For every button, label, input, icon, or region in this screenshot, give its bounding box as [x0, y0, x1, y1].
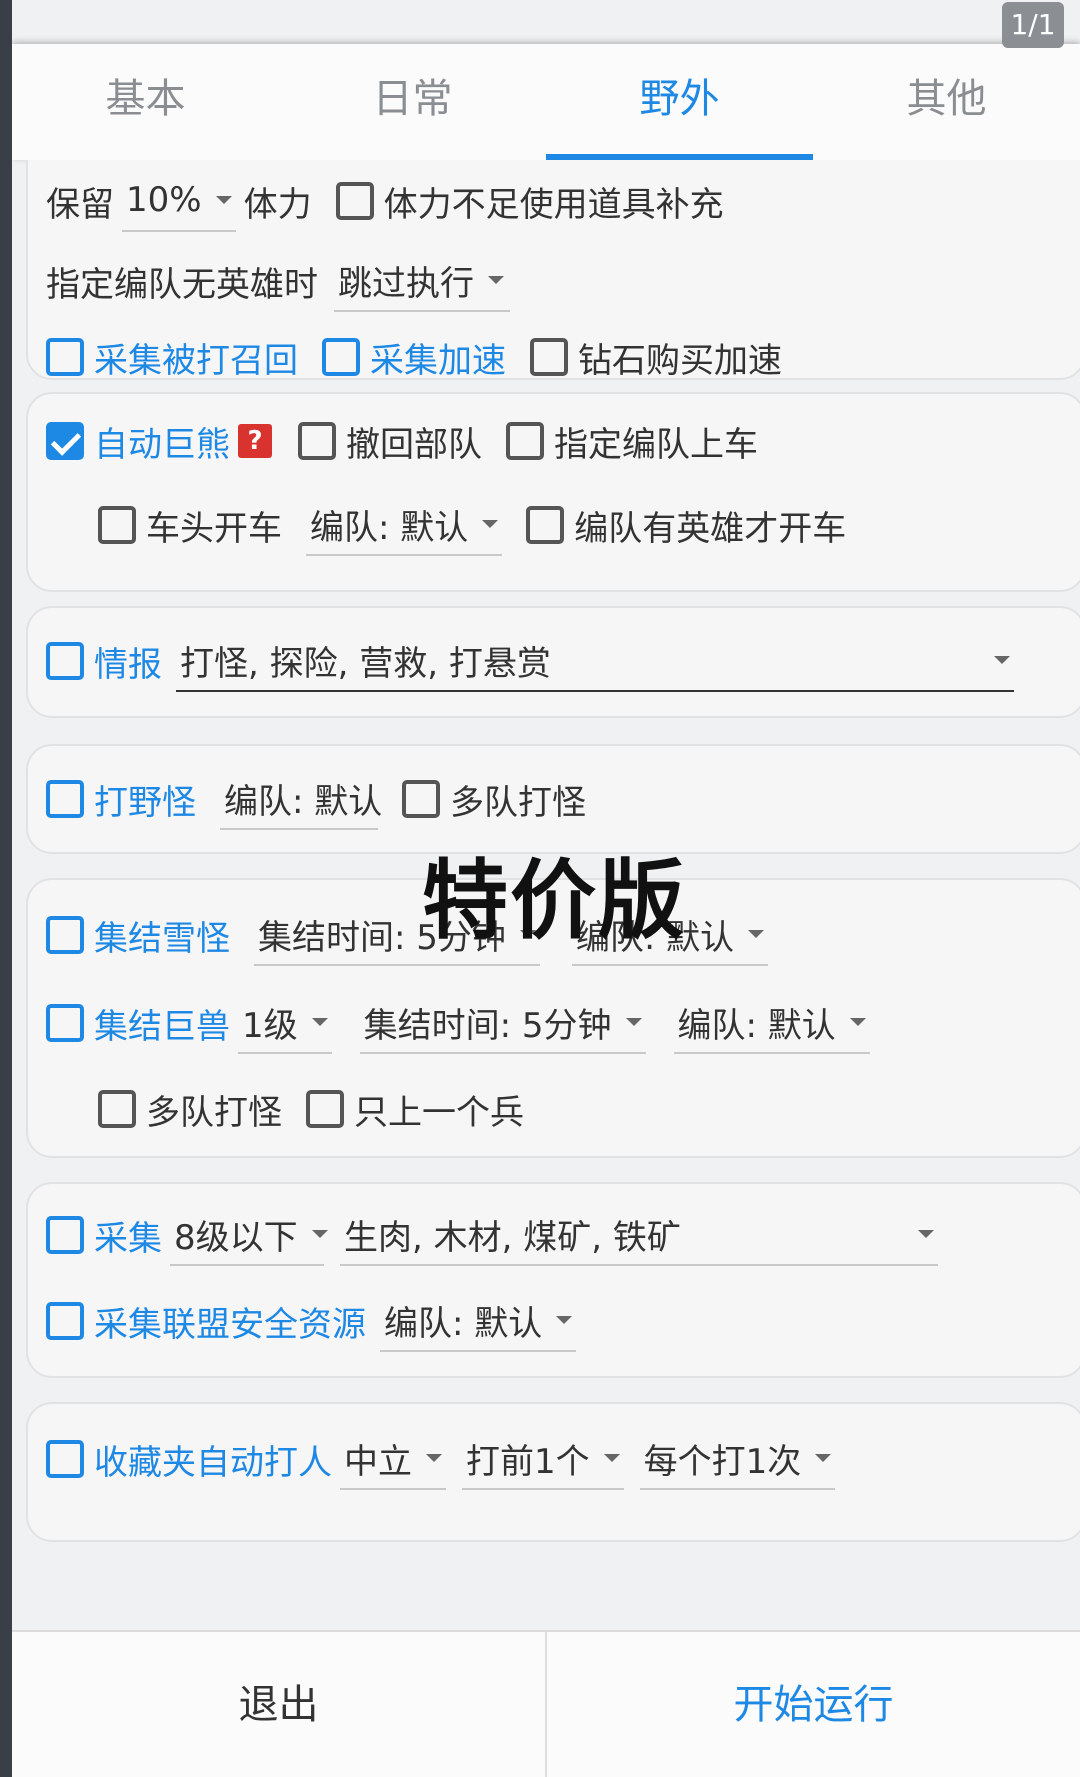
- rally-multi-label: 多队打怪: [146, 1092, 282, 1133]
- tab-field[interactable]: 野外: [546, 44, 813, 160]
- chevron-down-icon: [849, 1018, 866, 1026]
- rally-snow-label: 集结雪怪: [94, 918, 230, 959]
- diamond-checkbox[interactable]: [530, 338, 568, 376]
- favorites-type-dropdown[interactable]: 中立: [340, 1428, 446, 1490]
- use-item-checkbox[interactable]: [335, 182, 374, 220]
- hero-only-checkbox[interactable]: [526, 506, 565, 544]
- favorites-label: 收藏夹自动打人: [94, 1442, 332, 1483]
- monster-label: 打野怪: [94, 782, 196, 823]
- card-favorites: 收藏夹自动打人 中立 打前1个 每个打1次: [26, 1402, 1080, 1542]
- single-soldier-checkbox[interactable]: [306, 1090, 344, 1128]
- rally-beast-label: 集结巨兽: [94, 1006, 230, 1047]
- use-item-label: 体力不足使用道具补充: [383, 184, 724, 225]
- gather-checkbox[interactable]: [46, 1216, 84, 1254]
- rally-beast-level-dropdown[interactable]: 1级: [238, 992, 332, 1054]
- chevron-down-icon: [488, 276, 504, 284]
- monster-multi-checkbox[interactable]: [402, 780, 440, 818]
- rally-multi-checkbox[interactable]: [98, 1090, 136, 1128]
- chevron-down-icon: [482, 520, 499, 528]
- speedup-checkbox[interactable]: [322, 338, 360, 376]
- start-button[interactable]: 开始运行: [547, 1632, 1080, 1777]
- bottom-bar: 退出 开始运行: [12, 1630, 1080, 1777]
- alliance-gather-label: 采集联盟安全资源: [94, 1304, 366, 1345]
- keep-label: 保留: [46, 184, 114, 225]
- hero-only-label: 编队有英雄才开车: [574, 508, 847, 549]
- chevron-down-icon: [311, 1230, 328, 1238]
- chevron-down-icon: [815, 1454, 832, 1462]
- assign-team-checkbox[interactable]: [506, 422, 544, 460]
- watermark-text: 特价版: [422, 851, 686, 951]
- rally-beast-time-dropdown[interactable]: 集结时间: 5分钟: [359, 992, 646, 1054]
- tab-other[interactable]: 其他: [813, 44, 1080, 160]
- no-hero-label: 指定编队无英雄时: [46, 264, 318, 305]
- chevron-down-icon: [625, 1018, 642, 1026]
- card-intel: 情报 打怪, 探险, 营救, 打悬赏: [26, 606, 1080, 718]
- rally-snow-checkbox[interactable]: [46, 916, 84, 954]
- withdraw-label: 撤回部队: [346, 424, 482, 465]
- stamina-unit-label: 体力: [243, 184, 312, 225]
- recall-checkbox[interactable]: [46, 338, 84, 376]
- assign-team-label: 指定编队上车: [554, 424, 758, 465]
- help-icon[interactable]: ?: [238, 424, 272, 458]
- tab-daily[interactable]: 日常: [279, 44, 546, 160]
- page-counter: 1/1: [1002, 2, 1064, 48]
- chevron-down-icon: [426, 1454, 442, 1462]
- monster-team-dropdown[interactable]: 编队: 默认: [220, 768, 382, 830]
- chevron-down-icon: [994, 656, 1010, 664]
- card-bear: 自动巨熊 ? 撤回部队 指定编队上车 车头开车 编队: 默认 编队有英雄才开车: [26, 392, 1080, 592]
- no-hero-dropdown[interactable]: 跳过执行: [334, 250, 510, 312]
- intel-checkbox[interactable]: [46, 642, 84, 680]
- favorites-times-dropdown[interactable]: 每个打1次: [639, 1428, 836, 1490]
- gather-label: 采集: [94, 1218, 162, 1259]
- recall-label: 采集被打召回: [94, 340, 298, 381]
- alliance-gather-checkbox[interactable]: [46, 1302, 84, 1340]
- chevron-down-icon: [748, 930, 765, 938]
- chevron-down-icon: [556, 1316, 573, 1324]
- favorites-count-dropdown[interactable]: 打前1个: [462, 1428, 624, 1490]
- withdraw-checkbox[interactable]: [298, 422, 336, 460]
- card-stamina: 保留 10% 体力 体力不足使用道具补充 指定编队无英雄时 跳过执行 采集被打召…: [26, 160, 1080, 381]
- diamond-label: 钻石购买加速: [578, 340, 782, 381]
- tab-bar: 基本 日常 野外 其他: [12, 44, 1080, 160]
- keep-percent-dropdown[interactable]: 10%: [122, 170, 236, 232]
- rally-beast-checkbox[interactable]: [46, 1004, 84, 1042]
- exit-button[interactable]: 退出: [12, 1632, 547, 1777]
- speedup-label: 采集加速: [370, 340, 506, 381]
- lead-car-label: 车头开车: [146, 508, 282, 549]
- app-window: 1/1 基本 日常 野外 其他 保留 10% 体力 体力不足使用道具补充 指定编…: [12, 0, 1080, 1777]
- gather-level-dropdown[interactable]: 8级以下: [170, 1204, 328, 1266]
- bear-team-dropdown[interactable]: 编队: 默认: [306, 494, 503, 556]
- favorites-checkbox[interactable]: [46, 1440, 84, 1478]
- card-gather: 采集 8级以下 生肉, 木材, 煤矿, 铁矿 采集联盟安全资源 编队: 默认: [26, 1182, 1080, 1378]
- chevron-down-icon: [918, 1230, 934, 1238]
- gather-team-dropdown[interactable]: 编队: 默认: [380, 1290, 577, 1352]
- chevron-down-icon: [311, 1018, 328, 1026]
- chevron-down-icon: [603, 1454, 620, 1462]
- monster-checkbox[interactable]: [46, 780, 84, 818]
- lead-car-checkbox[interactable]: [98, 506, 136, 544]
- auto-bear-label: 自动巨熊: [94, 424, 230, 465]
- gather-resources-dropdown[interactable]: 生肉, 木材, 煤矿, 铁矿: [340, 1204, 938, 1266]
- tab-basic[interactable]: 基本: [12, 44, 279, 160]
- intel-label: 情报: [94, 644, 162, 685]
- intel-tasks-dropdown[interactable]: 打怪, 探险, 营救, 打悬赏: [176, 630, 1014, 692]
- auto-bear-checkbox[interactable]: [46, 422, 84, 460]
- chevron-down-icon: [215, 196, 232, 204]
- rally-beast-team-dropdown[interactable]: 编队: 默认: [673, 992, 870, 1054]
- monster-multi-label: 多队打怪: [450, 782, 586, 823]
- single-soldier-label: 只上一个兵: [354, 1092, 524, 1133]
